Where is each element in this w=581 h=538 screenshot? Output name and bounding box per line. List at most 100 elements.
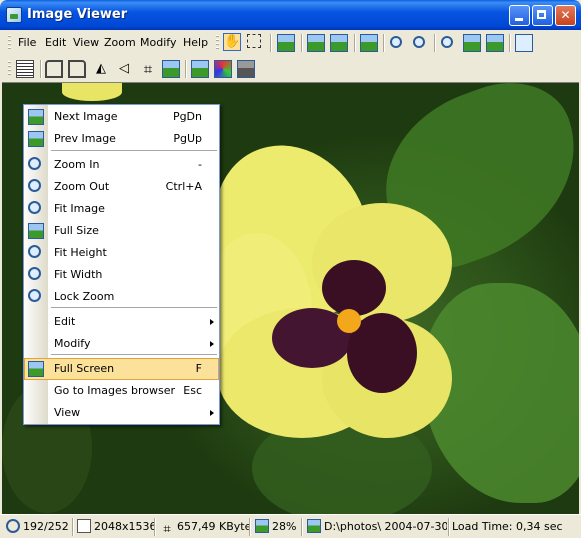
image-viewer-window: Image Viewer ✕ File Edit View Zoom Modif… — [0, 0, 581, 538]
menu-toolbar: File Edit View Zoom Modify Help ✋ — [2, 30, 579, 56]
zoom-in-icon[interactable] — [390, 36, 402, 48]
context-menu-item-zoom-out[interactable]: Zoom Out Ctrl+A — [24, 176, 219, 198]
submenu-arrow-icon — [210, 410, 214, 416]
status-filesize-text: 657,49 KByte — [177, 520, 252, 533]
context-menu-item-label: Full Screen — [54, 362, 115, 375]
context-menu-item-go-to-images-browser[interactable]: Go to Images browser Esc — [24, 380, 219, 402]
prev-image-icon[interactable] — [307, 34, 325, 52]
status-dimensions: 2048x1536 — [77, 518, 157, 536]
full-screen-icon[interactable] — [515, 34, 533, 52]
context-menu-item-prev-image[interactable]: Prev Image PgUp — [24, 128, 219, 150]
menu-zoom[interactable]: Zoom — [104, 36, 136, 50]
menu-modify[interactable]: Modify — [140, 36, 176, 50]
context-menu-item-label: Modify — [54, 337, 91, 350]
context-menu-item-lock-zoom[interactable]: Lock Zoom — [24, 286, 219, 308]
status-bar: 192/252 2048x1536 ⌗ 657,49 KByte 28% D:\p… — [0, 514, 581, 538]
context-menu-item-label: Zoom Out — [54, 180, 110, 193]
context-menu-item-label: Fit Height — [54, 246, 107, 259]
next-image-icon — [28, 109, 44, 125]
status-position: 192/252 — [6, 518, 69, 536]
context-menu-item-zoom-in[interactable]: Zoom In - — [24, 154, 219, 176]
context-menu-shortcut: Ctrl+A — [165, 180, 202, 193]
context-menu-item-label: Fit Width — [54, 268, 103, 281]
context-menu: Next Image PgDn Prev Image PgUp Zoom In - Zoom… — [23, 104, 220, 425]
context-menu-item-fit-image[interactable]: Fit Image — [24, 198, 219, 220]
context-menu-shortcut: Esc — [183, 384, 202, 397]
properties-icon[interactable] — [16, 60, 34, 78]
window-title: Image Viewer — [27, 7, 128, 22]
maximize-button[interactable] — [532, 5, 553, 26]
magnifier-icon — [6, 519, 20, 533]
toolbar-grip[interactable] — [8, 35, 11, 51]
context-menu-shortcut: PgUp — [173, 132, 202, 145]
context-menu-item-full-size[interactable]: Full Size — [24, 220, 219, 242]
title-bar[interactable]: Image Viewer ✕ — [0, 0, 581, 30]
fit-image-icon[interactable] — [441, 36, 453, 48]
zoom-out-icon[interactable] — [413, 36, 425, 48]
context-menu-item-edit[interactable]: Edit — [24, 311, 219, 333]
app-icon[interactable] — [6, 7, 22, 23]
zoom-level-icon — [255, 519, 269, 533]
status-zoom: 28% — [255, 518, 296, 536]
status-position-text: 192/252 — [23, 520, 69, 533]
status-filesize: ⌗ 657,49 KByte — [160, 518, 252, 537]
flip-horizontal-icon[interactable]: ◭ — [92, 60, 110, 78]
close-button[interactable]: ✕ — [555, 5, 576, 26]
status-path: D:\photos\ 2004-07-30 0 — [307, 518, 447, 536]
rotate-left-icon[interactable] — [45, 60, 63, 78]
context-menu-item-next-image[interactable]: Next Image PgDn — [24, 106, 219, 128]
maximize-icon — [537, 10, 546, 19]
context-menu-item-label: Fit Image — [54, 202, 105, 215]
fit-height-icon[interactable] — [486, 34, 504, 52]
context-menu-item-fit-height[interactable]: Fit Height — [24, 242, 219, 264]
prev-image-icon — [28, 131, 44, 147]
menu-view[interactable]: View — [73, 36, 99, 50]
grayscale-icon[interactable] — [237, 60, 255, 78]
edit-toolbar: ◭ ◁ ⌗ — [2, 56, 579, 82]
context-menu-item-modify[interactable]: Modify — [24, 333, 219, 355]
context-menu-item-view[interactable]: View — [24, 402, 219, 424]
close-icon: ✕ — [560, 8, 571, 22]
lock-zoom-icon — [28, 289, 41, 302]
file-path-icon — [307, 519, 321, 533]
next-image-icon[interactable] — [330, 34, 348, 52]
select-rect-icon[interactable] — [247, 34, 261, 48]
context-menu-item-label: Zoom In — [54, 158, 100, 171]
context-menu-item-label: Go to Images browser — [54, 384, 175, 397]
rotate-right-icon[interactable] — [68, 60, 86, 78]
adjust-colors-icon[interactable] — [191, 60, 209, 78]
context-menu-item-full-screen[interactable]: Full Screen F — [24, 358, 219, 380]
full-size-icon[interactable] — [463, 34, 481, 52]
open-browser-icon[interactable] — [277, 34, 295, 52]
status-path-text: D:\photos\ 2004-07-30 0 — [324, 520, 447, 533]
context-menu-item-label: Prev Image — [54, 132, 116, 145]
submenu-arrow-icon — [210, 341, 214, 347]
menu-separator — [51, 354, 217, 355]
menu-edit[interactable]: Edit — [45, 36, 66, 50]
full-screen-icon — [28, 361, 44, 377]
flip-vertical-icon[interactable]: ◁ — [115, 60, 133, 78]
hand-tool-icon[interactable]: ✋ — [223, 33, 241, 51]
menu-separator — [51, 307, 217, 308]
minimize-button[interactable] — [509, 5, 530, 26]
context-menu-shortcut: - — [198, 158, 202, 171]
context-menu-item-label: Full Size — [54, 224, 99, 237]
minimize-icon — [515, 18, 523, 21]
toolbar-grip[interactable] — [8, 61, 11, 77]
crop-size-icon: ⌗ — [163, 522, 171, 537]
menu-help[interactable]: Help — [183, 36, 208, 50]
context-menu-item-fit-width[interactable]: Fit Width — [24, 264, 219, 286]
save-image-icon[interactable] — [360, 34, 378, 52]
menu-separator — [51, 150, 217, 151]
status-load-time: Load Time: 0,34 sec — [452, 520, 563, 533]
status-dimensions-text: 2048x1536 — [94, 520, 157, 533]
zoom-in-icon — [28, 157, 41, 170]
resize-icon[interactable] — [162, 60, 180, 78]
context-menu-item-label: Next Image — [54, 110, 118, 123]
dimensions-icon — [77, 519, 91, 533]
crop-icon[interactable]: ⌗ — [139, 60, 157, 78]
color-balance-icon[interactable] — [214, 60, 232, 78]
fit-height-icon — [28, 245, 41, 258]
toolbar-grip[interactable] — [216, 35, 219, 51]
menu-file[interactable]: File — [18, 36, 36, 50]
